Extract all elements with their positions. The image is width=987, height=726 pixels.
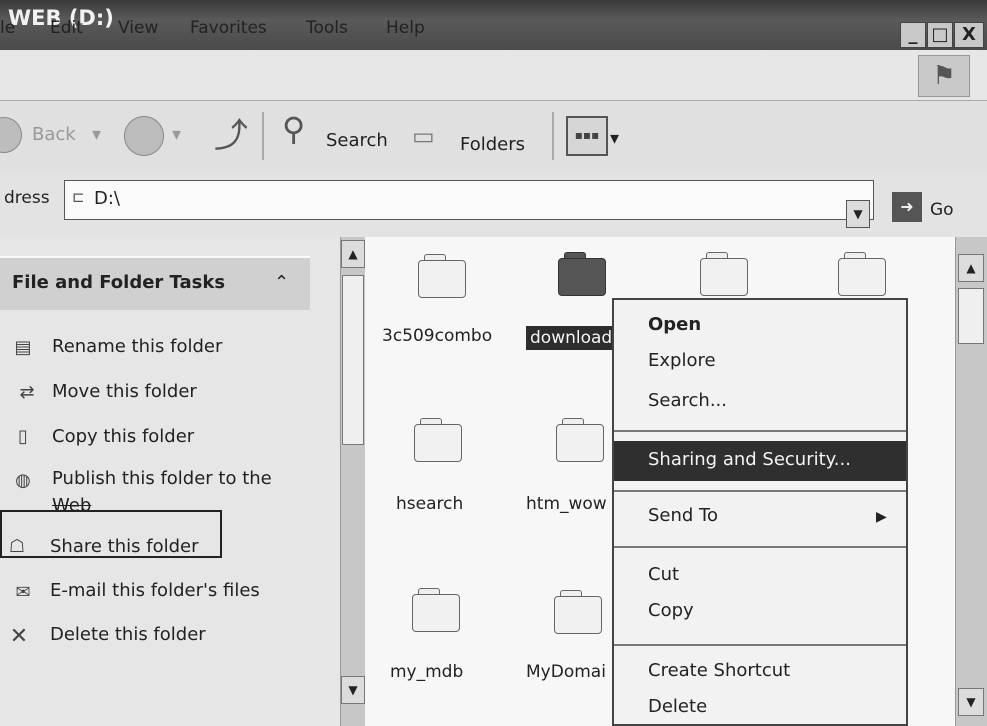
menu-separator (614, 644, 906, 646)
share-icon: ☖ (8, 536, 26, 557)
tasks-scroll-down[interactable]: ▼ (341, 676, 365, 704)
menu-item-send-to[interactable]: Send To (648, 505, 718, 526)
back-button[interactable]: Back (32, 124, 76, 145)
folder-icon[interactable] (700, 252, 750, 296)
folder-icon[interactable] (838, 252, 888, 296)
delete-icon: ✕ (9, 624, 29, 649)
menu-item-create-shortcut[interactable]: Create Shortcut (648, 660, 790, 681)
move-icon: ⇄ (19, 382, 35, 403)
folder-icon[interactable] (558, 252, 608, 296)
task-share-folder[interactable]: Share this folder (50, 536, 198, 557)
menu-tools[interactable]: Tools (306, 18, 348, 38)
menu-separator (614, 430, 906, 432)
content-scroll-up[interactable]: ▲ (958, 254, 984, 282)
menu-view[interactable]: View (118, 18, 158, 38)
maximize-button[interactable]: □ (927, 22, 953, 48)
globe-icon: ◍ (15, 470, 31, 491)
menu-separator (614, 546, 906, 548)
folder-icon[interactable] (418, 254, 468, 298)
menu-separator (614, 490, 906, 492)
toolbar-separator (552, 112, 554, 160)
minimize-button[interactable]: _ (900, 22, 926, 48)
collapse-chevron-icon[interactable]: ⌃ (274, 272, 289, 293)
menu-bar (0, 50, 987, 101)
menu-item-copy[interactable]: Copy (648, 600, 694, 621)
address-dropdown-button[interactable]: ▼ (846, 200, 870, 228)
folder-icon[interactable] (414, 418, 464, 462)
folders-icon: ▭ (412, 122, 435, 150)
menu-item-explore[interactable]: Explore (648, 350, 716, 371)
task-rename-folder[interactable]: Rename this folder (52, 336, 222, 357)
views-dropdown-icon[interactable]: ▾ (610, 128, 619, 149)
menu-edit[interactable]: Edit (50, 18, 83, 38)
go-button[interactable]: Go (930, 200, 954, 220)
menu-item-delete[interactable]: Delete (648, 696, 707, 717)
content-scroll-thumb[interactable] (958, 288, 984, 344)
task-email-folder[interactable]: E-mail this folder's files (50, 580, 260, 601)
drive-icon: ⊏ (72, 188, 85, 206)
menu-favorites[interactable]: Favorites (190, 18, 267, 38)
folder-label-selected[interactable]: download (526, 326, 617, 350)
folder-label[interactable]: 3c509combo (382, 326, 492, 346)
folder-label[interactable]: MyDomai (526, 662, 606, 682)
task-move-folder[interactable]: Move this folder (52, 381, 197, 402)
tasks-scroll-thumb[interactable] (342, 275, 364, 445)
rename-icon: ▤ (14, 337, 32, 358)
copy-icon: ▯ (18, 426, 28, 447)
up-folder-icon[interactable]: ⤴ (214, 108, 248, 157)
folder-label[interactable]: my_mdb (390, 662, 463, 682)
task-publish-folder[interactable]: Publish this folder to the (52, 468, 272, 489)
go-arrow-icon[interactable]: ➜ (892, 192, 922, 222)
address-value: D:\ (94, 188, 120, 209)
folder-label[interactable]: htm_wow (526, 494, 607, 514)
close-button[interactable]: X (954, 22, 984, 48)
content-scroll-down[interactable]: ▼ (958, 688, 984, 716)
folder-icon[interactable] (412, 588, 462, 632)
task-delete-folder[interactable]: Delete this folder (50, 624, 206, 645)
menu-item-cut[interactable]: Cut (648, 564, 679, 585)
back-dropdown-icon[interactable]: ▾ (92, 124, 101, 145)
address-input[interactable] (64, 180, 874, 220)
tasks-title: File and Folder Tasks (12, 272, 226, 293)
submenu-arrow-icon: ▶ (876, 509, 887, 525)
folders-button[interactable]: Folders (460, 134, 525, 155)
forward-button[interactable] (124, 116, 164, 156)
toolbar-separator (262, 112, 264, 160)
tasks-scroll-up[interactable]: ▲ (341, 240, 365, 268)
forward-dropdown-icon[interactable]: ▾ (172, 124, 181, 145)
address-label: dress (4, 188, 50, 208)
search-icon: ⚲ (282, 110, 306, 148)
email-icon: ✉ (15, 582, 31, 603)
windows-logo-icon: ⚑ (918, 55, 970, 97)
menu-help[interactable]: Help (386, 18, 425, 38)
menu-item-search[interactable]: Search... (648, 390, 727, 411)
menu-item-sharing-security[interactable]: Sharing and Security... (648, 449, 851, 470)
folder-label[interactable]: hsearch (396, 494, 463, 514)
menu-item-open[interactable]: Open (648, 314, 701, 335)
search-button[interactable]: Search (326, 130, 388, 151)
views-icon[interactable]: ▪▪▪ (566, 116, 608, 156)
folder-icon[interactable] (554, 590, 604, 634)
task-copy-folder[interactable]: Copy this folder (52, 426, 194, 447)
folder-icon[interactable] (556, 418, 606, 462)
menu-file[interactable]: le (0, 18, 15, 38)
